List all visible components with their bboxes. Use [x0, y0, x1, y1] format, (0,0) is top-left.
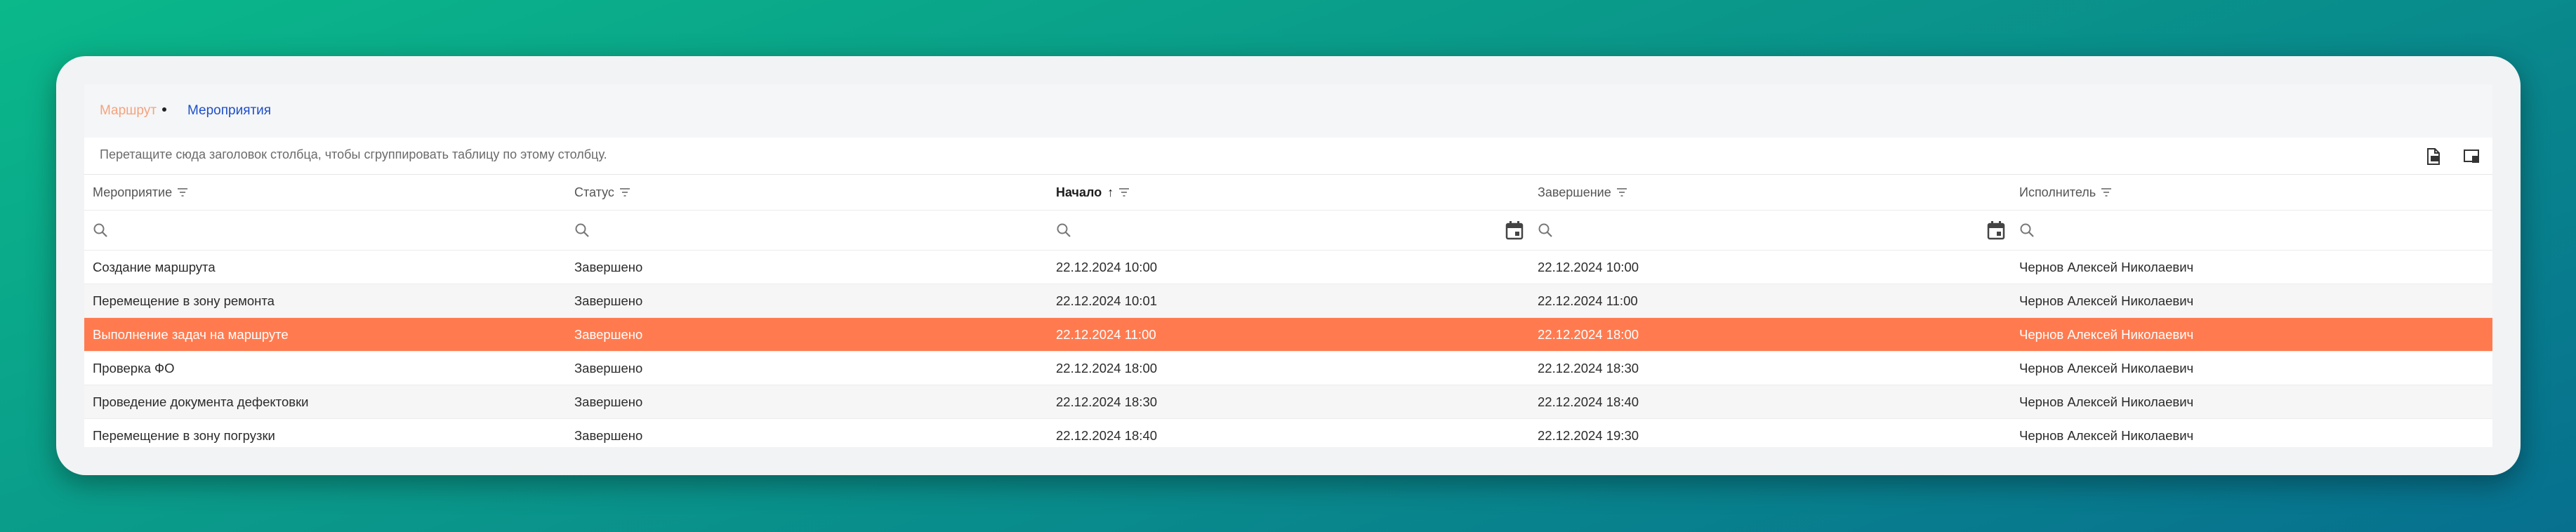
tab-bar: Маршрут Мероприятия [84, 84, 2492, 138]
cell-executor: Чернов Алексей Николаевич [2019, 394, 2194, 409]
filter-icon[interactable] [619, 188, 630, 197]
search-icon [2020, 223, 2034, 237]
cell-status: Завершено [574, 293, 643, 308]
cell-executor: Чернов Алексей Николаевич [2019, 427, 2194, 443]
table-row[interactable]: Проверка ФО Завершено 22.12.2024 18:00 2… [84, 352, 2492, 385]
cell-end: 22.12.2024 18:00 [1538, 326, 1639, 342]
column-header-end[interactable]: Завершение [1529, 185, 2011, 200]
cell-end: 22.12.2024 18:30 [1538, 360, 1639, 375]
column-header-label: Завершение [1538, 185, 1611, 199]
filter-cell-end[interactable] [1529, 211, 2011, 250]
column-header-label: Исполнитель [2019, 185, 2096, 199]
cell-status: Завершено [574, 394, 643, 409]
cell-status: Завершено [574, 326, 643, 342]
column-header-label: Мероприятие [93, 185, 173, 199]
window-card: Маршрут Мероприятия Перетащите сюда заго… [56, 56, 2521, 475]
header-row: Мероприятие Статус Начало ↑ Завершение И… [84, 175, 2492, 211]
cell-start: 22.12.2024 18:40 [1056, 427, 1158, 443]
tab-events[interactable]: Мероприятия [187, 103, 271, 119]
search-icon [1057, 223, 1071, 237]
filter-row [84, 211, 2492, 251]
cell-executor: Чернов Алексей Николаевич [2019, 259, 2194, 274]
cell-start: 22.12.2024 18:00 [1056, 360, 1158, 375]
filter-cell-start[interactable] [1048, 211, 1529, 250]
search-icon [1538, 223, 1552, 237]
cell-start: 22.12.2024 10:01 [1056, 293, 1158, 308]
cell-end: 22.12.2024 19:30 [1538, 427, 1639, 443]
cell-status: Завершено [574, 427, 643, 443]
filter-icon[interactable] [1616, 188, 1627, 197]
filter-icon[interactable] [2101, 188, 2112, 197]
column-chooser-icon [2464, 149, 2479, 163]
tab-events-label: Мероприятия [187, 103, 272, 118]
search-icon [575, 223, 589, 237]
filter-icon[interactable] [1119, 188, 1130, 197]
cell-executor: Чернов Алексей Николаевич [2019, 293, 2194, 308]
cell-event: Проведение документа дефектовки [93, 394, 309, 409]
column-header-start[interactable]: Начало ↑ [1048, 185, 1529, 200]
search-icon [93, 223, 107, 237]
table-row[interactable]: Перемещение в зону погрузки Завершено 22… [84, 419, 2492, 447]
filter-cell-event[interactable] [84, 211, 566, 250]
cell-event: Создание маршрута [93, 259, 216, 274]
cell-status: Завершено [574, 360, 643, 375]
group-panel[interactable]: Перетащите сюда заголовок столбца, чтобы… [84, 138, 2492, 175]
cell-executor: Чернов Алексей Николаевич [2019, 360, 2194, 375]
tab-route[interactable]: Маршрут [100, 103, 166, 119]
column-header-label: Начало [1056, 185, 1102, 199]
column-header-event[interactable]: Мероприятие [84, 185, 566, 200]
cell-end: 22.12.2024 10:00 [1538, 259, 1639, 274]
calendar-icon[interactable] [1987, 220, 2005, 244]
column-header-status[interactable]: Статус [566, 185, 1048, 200]
table-row[interactable]: Создание маршрута Завершено 22.12.2024 1… [84, 251, 2492, 284]
column-header-executor[interactable]: Исполнитель [2011, 185, 2492, 200]
cell-event: Выполнение задач на маршруте [93, 326, 289, 342]
group-panel-hint: Перетащите сюда заголовок столбца, чтобы… [100, 147, 607, 161]
export-document-icon [2427, 148, 2440, 165]
calendar-icon[interactable] [1505, 220, 1524, 244]
table-row[interactable]: Перемещение в зону ремонта Завершено 22.… [84, 284, 2492, 318]
cell-start: 22.12.2024 11:00 [1056, 326, 1156, 342]
column-header-label: Статус [574, 185, 614, 199]
cell-event: Перемещение в зону погрузки [93, 427, 275, 443]
grid-panel: Маршрут Мероприятия Перетащите сюда заго… [84, 84, 2492, 447]
tab-route-label: Маршрут [100, 103, 157, 118]
tab-modified-dot [161, 107, 166, 112]
filter-icon[interactable] [178, 188, 188, 197]
cell-start: 22.12.2024 10:00 [1056, 259, 1158, 274]
filter-cell-executor[interactable] [2011, 211, 2492, 250]
cell-event: Перемещение в зону ремонта [93, 293, 275, 308]
export-button[interactable] [2424, 147, 2443, 166]
cell-end: 22.12.2024 11:00 [1538, 293, 1638, 308]
data-grid: Мероприятие Статус Начало ↑ Завершение И… [84, 175, 2492, 447]
cell-end: 22.12.2024 18:40 [1538, 394, 1639, 409]
cell-event: Проверка ФО [93, 360, 175, 375]
column-chooser-button[interactable] [2463, 147, 2481, 166]
sort-ascending-icon: ↑ [1107, 185, 1114, 199]
filter-cell-status[interactable] [566, 211, 1048, 250]
cell-status: Завершено [574, 259, 643, 274]
table-row-selected[interactable]: Выполнение задач на маршруте Завершено 2… [84, 318, 2492, 352]
cell-start: 22.12.2024 18:30 [1056, 394, 1158, 409]
cell-executor: Чернов Алексей Николаевич [2019, 326, 2194, 342]
table-row[interactable]: Проведение документа дефектовки Завершен… [84, 385, 2492, 419]
